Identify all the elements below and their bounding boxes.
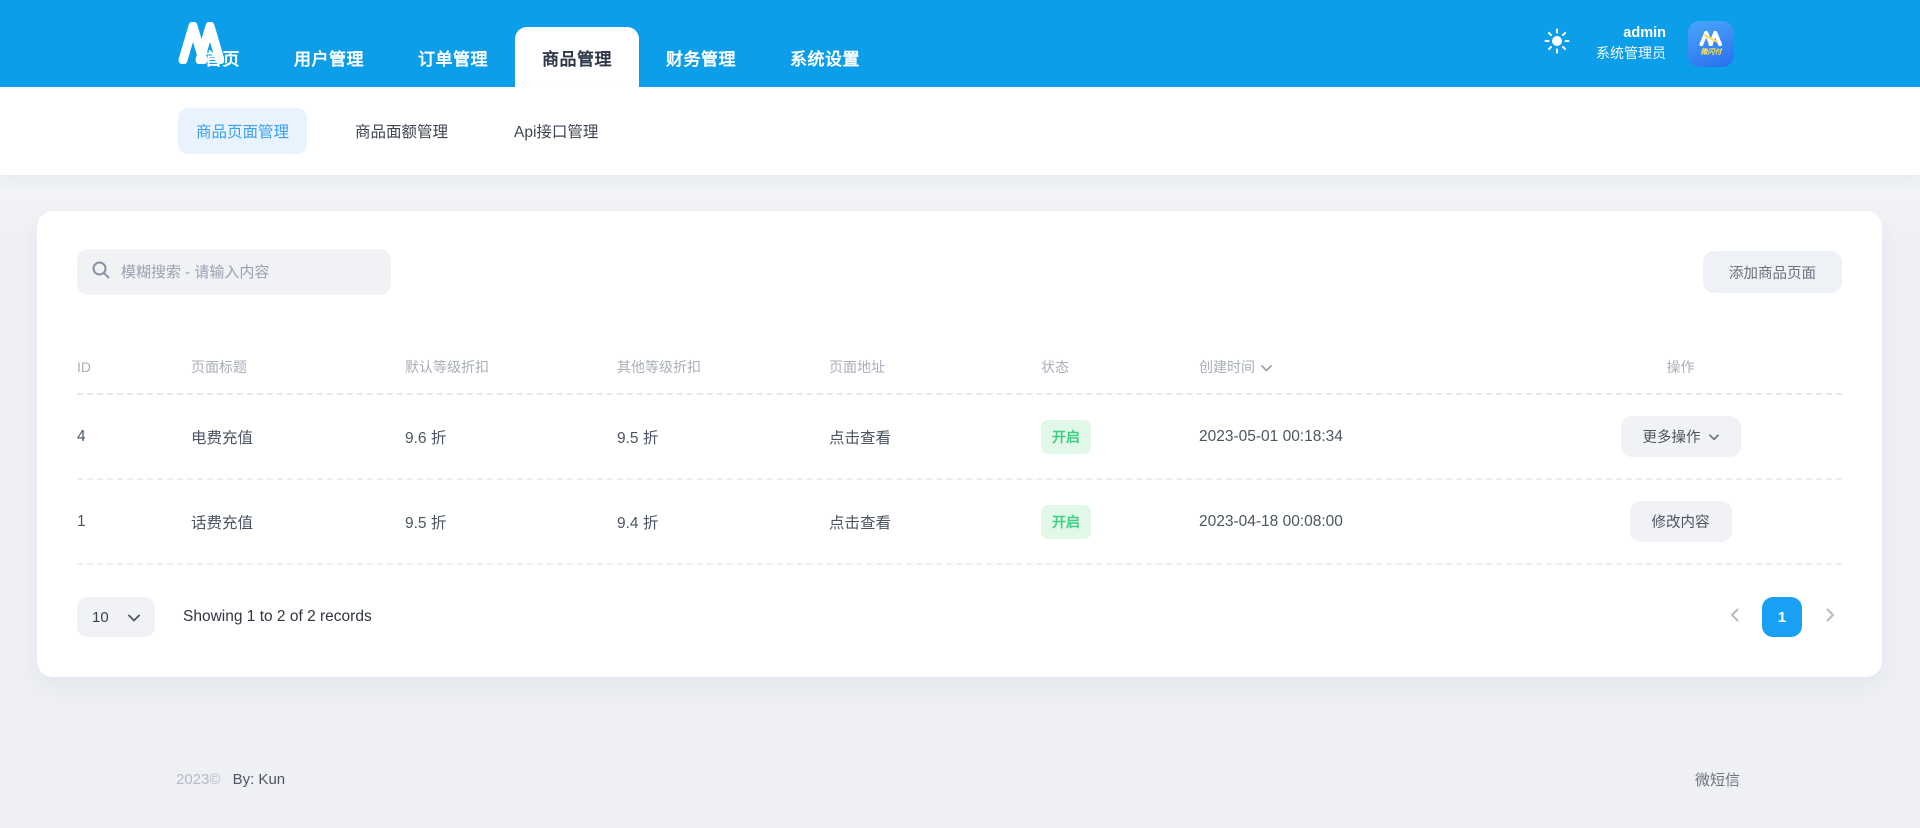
- page-url-link[interactable]: 点击查看: [829, 426, 1041, 448]
- nav-item-products[interactable]: 商品管理: [515, 27, 639, 87]
- table-row: 1 话费充值 9.5 折 9.4 折 点击查看 开启 2023-04-18 00…: [77, 480, 1842, 565]
- main-nav: 首页 用户管理 订单管理 商品管理 财务管理 系统设置: [178, 27, 887, 87]
- add-product-page-button[interactable]: 添加商品页面: [1703, 251, 1842, 293]
- col-actions: 操作: [1666, 359, 1695, 375]
- tab-product-denominations[interactable]: 商品面额管理: [337, 108, 466, 154]
- user-meta: admin 系统管理员: [1596, 24, 1666, 62]
- chevron-down-icon: [1261, 359, 1272, 375]
- edit-content-button[interactable]: 修改内容: [1629, 501, 1732, 542]
- previous-page-button[interactable]: [1722, 605, 1746, 629]
- brand-logo-icon[interactable]: [178, 21, 225, 69]
- avatar[interactable]: 微闪付: [1688, 20, 1734, 67]
- footer-credit: 2023© By: Kun: [176, 771, 285, 788]
- col-title: 页面标题: [191, 359, 247, 375]
- page-footer: 2023© By: Kun 微短信: [0, 769, 1920, 790]
- cell-id: 4: [77, 427, 86, 445]
- chevron-right-icon: [1826, 608, 1835, 627]
- cell-created-at: 2023-04-18 00:08:00: [1199, 512, 1343, 530]
- page-url-link[interactable]: 点击查看: [829, 511, 1041, 533]
- sub-navbar: 商品页面管理 商品面额管理 Api接口管理: [0, 87, 1920, 175]
- user-name: admin: [1623, 25, 1666, 42]
- navbar-right-cluster: admin 系统管理员 微闪付: [1540, 0, 1734, 87]
- search-input[interactable]: [121, 263, 377, 281]
- table-header: ID 页面标题 默认等级折扣 其他等级折扣 页面地址 状态 创建时间 操作: [77, 341, 1842, 395]
- cell-title: 电费充值: [191, 429, 254, 447]
- col-page-url: 页面地址: [829, 359, 885, 375]
- nav-item-settings[interactable]: 系统设置: [763, 27, 887, 87]
- footer-brand: 微短信: [1694, 772, 1740, 789]
- footer-author: By: Kun: [232, 771, 286, 788]
- status-badge: 开启: [1041, 504, 1091, 539]
- col-default-discount: 默认等级折扣: [405, 359, 489, 375]
- col-id: ID: [77, 359, 91, 375]
- page-size-value: 10: [92, 608, 109, 626]
- search-box: [77, 249, 391, 295]
- pager: 1: [1722, 597, 1842, 637]
- nav-item-orders[interactable]: 订单管理: [391, 27, 515, 87]
- next-page-button[interactable]: [1818, 605, 1842, 629]
- avatar-brand-text: 微闪付: [1700, 48, 1722, 56]
- table-row: 4 电费充值 9.6 折 9.5 折 点击查看 开启 2023-05-01 00…: [77, 395, 1842, 480]
- content-card: 添加商品页面 ID 页面标题 默认等级折扣 其他等级折扣 页面地址 状态 创建时…: [37, 211, 1882, 677]
- cell-title: 话费充值: [191, 514, 254, 532]
- col-status: 状态: [1041, 359, 1069, 375]
- cell-created-at: 2023-05-01 00:18:34: [1199, 427, 1343, 445]
- col-created-at-sort[interactable]: 创建时间: [1199, 357, 1519, 377]
- chevron-down-icon: [1708, 429, 1719, 445]
- footer-year: 2023©: [176, 771, 221, 788]
- status-badge: 开启: [1041, 419, 1091, 454]
- cell-other-discount: 9.5 折: [617, 429, 659, 447]
- theme-toggle-button[interactable]: [1540, 27, 1574, 61]
- more-actions-button[interactable]: 更多操作: [1620, 416, 1741, 457]
- cell-other-discount: 9.4 折: [617, 514, 659, 532]
- top-navbar: 首页 用户管理 订单管理 商品管理 财务管理 系统设置 admin 系统管理员 …: [0, 0, 1920, 87]
- cell-default-discount: 9.5 折: [405, 514, 447, 532]
- chevron-left-icon: [1730, 608, 1739, 627]
- nav-item-users[interactable]: 用户管理: [267, 27, 391, 87]
- page-1-button[interactable]: 1: [1762, 597, 1802, 637]
- chevron-down-icon: [128, 609, 140, 626]
- page-size-select[interactable]: 10: [77, 597, 155, 637]
- cell-default-discount: 9.6 折: [405, 429, 447, 447]
- user-role: 系统管理员: [1596, 44, 1666, 61]
- nav-item-finance[interactable]: 财务管理: [639, 27, 763, 87]
- col-created-at-label: 创建时间: [1199, 359, 1255, 375]
- search-icon: [91, 260, 111, 285]
- tab-product-pages[interactable]: 商品页面管理: [178, 108, 308, 154]
- col-other-discount: 其他等级折扣: [617, 359, 701, 375]
- table-toolbar: 添加商品页面: [77, 249, 1842, 295]
- more-actions-label: 更多操作: [1642, 430, 1701, 446]
- avatar-logo-icon: [1699, 30, 1722, 46]
- page-body: 添加商品页面 ID 页面标题 默认等级折扣 其他等级折扣 页面地址 状态 创建时…: [0, 175, 1920, 828]
- pagination-bar: 10 Showing 1 to 2 of 2 records 1: [77, 597, 1842, 637]
- edit-content-label: 修改内容: [1651, 515, 1710, 531]
- sun-icon: [1544, 28, 1570, 59]
- cell-id: 1: [77, 512, 86, 530]
- pagination-summary: Showing 1 to 2 of 2 records: [183, 608, 372, 625]
- tab-api-management[interactable]: Api接口管理: [496, 108, 616, 154]
